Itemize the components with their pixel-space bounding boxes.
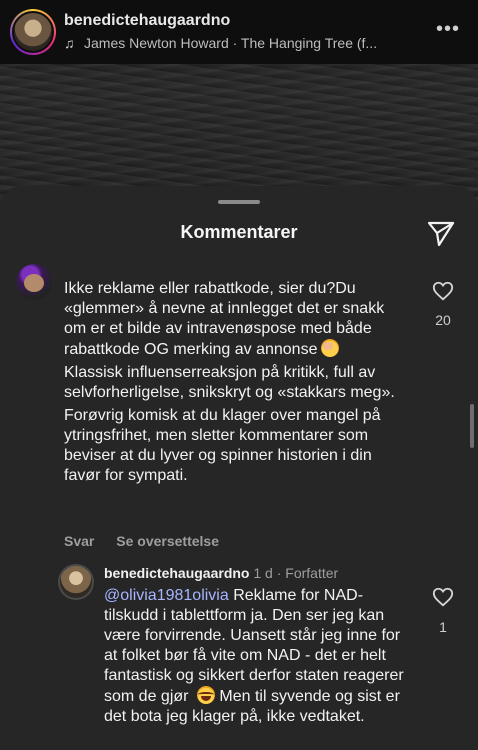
reply-username[interactable]: benedictehaugaardno [104, 565, 249, 581]
post-username[interactable]: benedictehaugaardno [64, 12, 230, 30]
reply-body: @olivia1981olivia Reklame for NAD-tilsku… [104, 586, 404, 727]
comment-paragraph: Klassisk influenserreaksjon på kritikk, … [64, 364, 395, 401]
commenter-avatar[interactable] [16, 264, 52, 300]
reply-button[interactable]: Svar [64, 533, 94, 549]
comments-sheet: Kommentarer Ikke reklame eller rabattkod… [0, 186, 478, 750]
sheet-grabber[interactable] [218, 200, 260, 204]
comment-actions: Svar Se oversettelse [64, 533, 237, 549]
comment-body: Ikke reklame eller rabattkode, sier du?D… [64, 279, 404, 489]
comment-like-count: 20 [435, 312, 451, 328]
post-avatar[interactable] [10, 9, 56, 55]
author-badge: Forfatter [285, 565, 339, 581]
translate-button[interactable]: Se oversettelse [116, 533, 219, 549]
laughing-emoji-icon [196, 686, 215, 704]
facepalm-emoji-icon [321, 339, 340, 357]
mention-link[interactable]: @olivia1981olivia [104, 587, 229, 604]
heart-outline-icon[interactable] [432, 586, 454, 608]
reply-like-count: 1 [439, 619, 447, 635]
more-options-icon[interactable]: ••• [436, 18, 460, 41]
heart-outline-icon[interactable] [432, 280, 454, 302]
reply-time: 1 d [253, 565, 273, 581]
music-note-icon: ♫ [64, 35, 75, 51]
meta-separator: · [276, 565, 282, 581]
comment-paragraph: Forøvrig komisk at du klager over mangel… [64, 407, 381, 484]
music-label: James Newton Howard · The Hanging Tree (… [84, 35, 378, 51]
reply-avatar[interactable] [58, 564, 94, 600]
comment-paragraph: Ikke reklame eller rabattkode, sier du?D… [64, 280, 385, 358]
reply-meta: benedictehaugaardno 1 d · Forfatter [104, 565, 338, 581]
paper-plane-icon[interactable] [426, 218, 456, 248]
post-header: benedictehaugaardno ♫ James Newton Howard… [0, 0, 478, 64]
post-music[interactable]: ♫ James Newton Howard · The Hanging Tree … [64, 35, 377, 51]
scrollbar[interactable] [470, 404, 474, 448]
sheet-title: Kommentarer [180, 222, 298, 242]
